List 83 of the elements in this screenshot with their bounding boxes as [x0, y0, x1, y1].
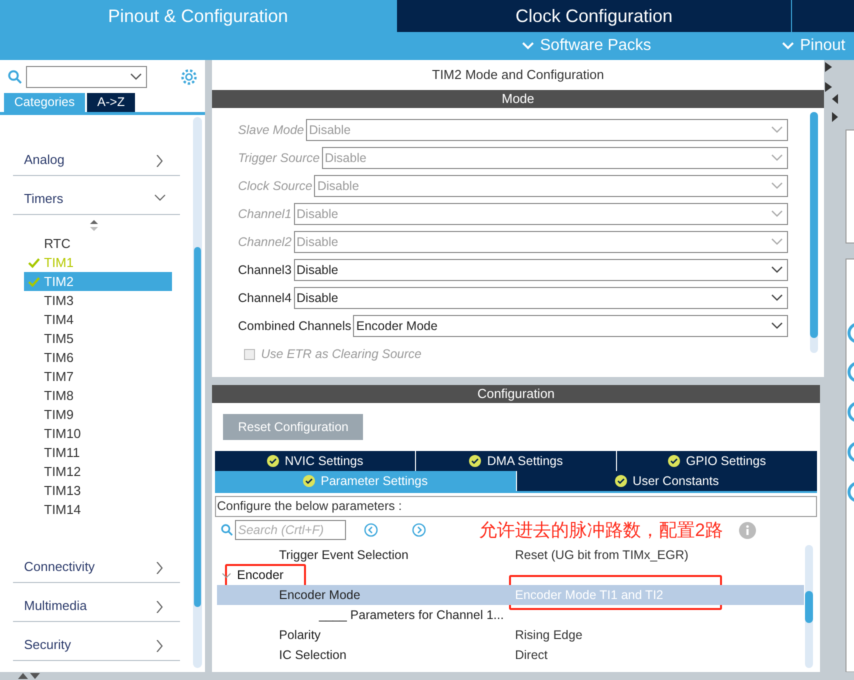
annotation-text: 允许进去的脉冲路数，配置2路 [479, 518, 724, 542]
chevron-down-icon [771, 210, 783, 218]
parameter-group[interactable]: Encoder [217, 565, 804, 585]
parameter-row[interactable]: Encoder Mode Encoder Mode TI1 and TI2 [217, 585, 804, 605]
timer-item[interactable]: TIM12 [24, 462, 172, 481]
search-icon [8, 70, 22, 84]
check-circle-icon [469, 455, 482, 467]
chevron-down-icon [771, 126, 783, 134]
chevron-down-icon [782, 42, 794, 50]
chevron-down-icon [522, 42, 534, 50]
chevron-down-icon [771, 182, 783, 190]
previous-button[interactable] [364, 523, 378, 537]
timer-item[interactable]: TIM6 [24, 348, 172, 367]
parameter-row[interactable]: IC Selection Direct [217, 645, 804, 665]
scrollbar[interactable] [810, 112, 818, 353]
search-combo[interactable] [26, 66, 147, 88]
mode-dropdown[interactable]: Disable [294, 287, 788, 309]
category-header[interactable]: Timers [13, 176, 180, 215]
category-header[interactable]: Connectivity [13, 544, 180, 583]
field-label: Channel2 [238, 234, 292, 251]
caption-text: Configure the below parameters : [215, 496, 817, 517]
mode-dropdown[interactable]: Encoder Mode [353, 315, 788, 337]
mode-dropdown: Disable [306, 119, 788, 141]
field-label: Channel1 [238, 206, 292, 223]
settings-tab[interactable]: GPIO Settings [617, 451, 817, 471]
resize-arrows-icon[interactable] [18, 673, 40, 679]
info-icon[interactable] [739, 522, 756, 538]
check-circle-icon [302, 475, 315, 487]
check-circle-icon [266, 455, 279, 467]
check-icon [28, 276, 40, 286]
sort-icon[interactable] [90, 220, 98, 230]
chevron-down-icon [771, 154, 783, 162]
settings-tab[interactable]: DMA Settings [416, 451, 616, 471]
timer-item[interactable]: RTC [24, 234, 172, 253]
parameter-subheading: ____ Parameters for Channel 1... [318, 606, 505, 624]
field-label: Combined Channels [238, 318, 352, 335]
panel-title: TIM2 Mode and Configuration [431, 66, 605, 84]
check-circle-icon [614, 475, 627, 487]
timer-item[interactable]: TIM4 [24, 310, 172, 329]
section-header: Mode [212, 90, 824, 108]
timer-item[interactable]: TIM13 [24, 481, 172, 500]
category-header[interactable]: Security [13, 622, 180, 661]
mode-dropdown: Disable [294, 203, 788, 225]
timer-item[interactable]: TIM9 [24, 405, 172, 424]
section-header: Configuration [212, 385, 820, 403]
settings-icon[interactable] [180, 68, 198, 86]
mode-dropdown: Disable [314, 175, 788, 197]
field-label: Trigger Source [238, 150, 320, 167]
timer-item[interactable]: TIM7 [24, 367, 172, 386]
chevron-down-icon [130, 72, 142, 80]
chevron-down-icon [771, 294, 783, 302]
timer-item[interactable]: TIM8 [24, 386, 172, 405]
checkbox-label: Use ETR as Clearing Source [261, 346, 422, 363]
field-label: Channel3 [238, 262, 292, 279]
timer-item[interactable]: TIM14 [24, 500, 172, 519]
chevron-down-icon [771, 322, 783, 330]
timer-item[interactable]: TIM11 [24, 443, 172, 462]
mode-dropdown[interactable]: Disable [294, 259, 788, 281]
parameter-row[interactable]: Trigger Event Selection Reset (UG bit from TIMx_EGR) [217, 545, 804, 565]
mode-dropdown: Disable [322, 147, 788, 169]
scrollbar[interactable] [805, 545, 813, 668]
mode-dropdown: Disable [294, 231, 788, 253]
next-button[interactable] [412, 523, 426, 537]
check-circle-icon [668, 455, 680, 467]
timer-item[interactable]: TIM5 [24, 329, 172, 348]
field-label: Slave Mode [238, 122, 304, 139]
parameter-row[interactable]: Polarity Rising Edge [217, 625, 804, 645]
category-header[interactable]: Multimedia [13, 583, 180, 622]
check-icon [28, 258, 40, 268]
search-field[interactable]: Search (Crtl+F) [235, 520, 346, 540]
field-label: Clock Source [238, 178, 312, 195]
category-header[interactable]: Analog [13, 137, 180, 176]
chevron-down-icon [771, 266, 783, 274]
settings-tab[interactable]: User Constants [516, 471, 817, 491]
scrollbar[interactable] [193, 117, 202, 668]
timer-item[interactable]: TIM10 [24, 424, 172, 443]
field-label: Channel4 [238, 290, 292, 307]
timer-item[interactable]: TIM3 [24, 291, 172, 310]
view-tab[interactable]: A->Z [87, 93, 135, 112]
header-tab[interactable]: Clock Configuration [397, 0, 791, 32]
chevron-down-icon [771, 238, 783, 246]
search-icon [221, 524, 233, 536]
settings-tab[interactable]: NVIC Settings [215, 451, 415, 471]
